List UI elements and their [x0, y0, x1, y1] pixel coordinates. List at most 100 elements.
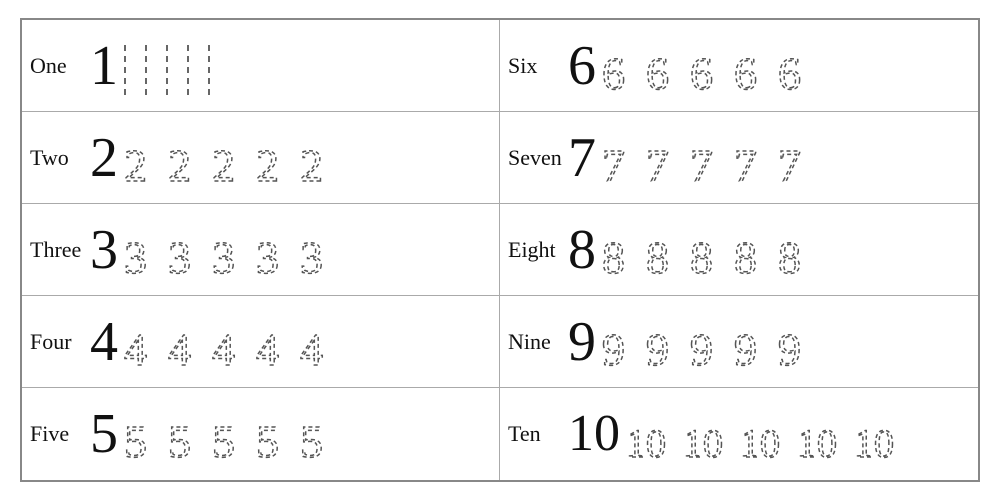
row-four: Four 4 4 4 4 4 4: [22, 296, 500, 388]
svg-text:7: 7: [690, 140, 713, 187]
trace-line-2: [145, 45, 148, 95]
svg-text:5: 5: [256, 416, 279, 463]
digit-six-solid: 6: [568, 38, 596, 94]
svg-text:8: 8: [690, 232, 713, 279]
row-ten: Ten 10 10 10 10 10 10: [500, 388, 978, 480]
digit-eight-solid: 8: [568, 222, 596, 278]
svg-text:6: 6: [778, 48, 801, 95]
svg-text:6: 6: [646, 48, 669, 95]
svg-text:4: 4: [256, 324, 279, 371]
trace-seven-5: 7: [776, 129, 818, 187]
trace-three-4: 3: [254, 221, 296, 279]
label-ten: Ten: [508, 421, 568, 447]
trace-eight: 8 8 8 8 8: [600, 221, 970, 279]
trace-ten-4: 10: [795, 405, 850, 463]
svg-text:9: 9: [690, 324, 713, 371]
svg-text:10: 10: [854, 421, 894, 463]
trace-five-5: 5: [298, 405, 340, 463]
trace-ten-3: 10: [738, 405, 793, 463]
trace-five-4: 5: [254, 405, 296, 463]
trace-two-3: 2: [210, 129, 252, 187]
trace-six-5: 6: [776, 37, 818, 95]
label-five: Five: [30, 421, 90, 447]
digit-three-solid: 3: [90, 222, 118, 278]
svg-text:4: 4: [124, 324, 147, 371]
trace-seven-3: 7: [688, 129, 730, 187]
trace-six-2: 6: [644, 37, 686, 95]
trace-two-1: 2: [122, 129, 164, 187]
trace-two: 2 2 2 2 2: [122, 129, 491, 187]
svg-text:5: 5: [124, 416, 147, 463]
trace-four: 4 4 4 4 4: [122, 313, 491, 371]
trace-five-2: 5: [166, 405, 208, 463]
trace-two-5: 2: [298, 129, 340, 187]
svg-text:3: 3: [300, 232, 323, 279]
trace-six-1: 6: [600, 37, 642, 95]
trace-four-1: 4: [122, 313, 164, 371]
svg-text:3: 3: [256, 232, 279, 279]
trace-six-3: 6: [688, 37, 730, 95]
svg-text:3: 3: [124, 232, 147, 279]
svg-text:10: 10: [626, 421, 666, 463]
trace-three-1: 3: [122, 221, 164, 279]
svg-text:5: 5: [300, 416, 323, 463]
row-six: Six 6 6 6 6 6 6: [500, 20, 978, 112]
trace-four-2: 4: [166, 313, 208, 371]
svg-text:3: 3: [168, 232, 191, 279]
svg-text:10: 10: [740, 421, 780, 463]
trace-nine-5: 9: [776, 313, 818, 371]
svg-text:10: 10: [797, 421, 837, 463]
label-seven: Seven: [508, 145, 568, 171]
row-eight: Eight 8 8 8 8 8 8: [500, 204, 978, 296]
label-six: Six: [508, 53, 568, 79]
trace-line-5: [208, 45, 211, 95]
trace-six-4: 6: [732, 37, 774, 95]
trace-four-5: 4: [298, 313, 340, 371]
trace-eight-2: 8: [644, 221, 686, 279]
trace-ten-1: 10: [624, 405, 679, 463]
digit-five-solid: 5: [90, 406, 118, 462]
digit-seven-solid: 7: [568, 130, 596, 186]
digit-nine-solid: 9: [568, 314, 596, 370]
label-one: One: [30, 53, 90, 79]
trace-four-4: 4: [254, 313, 296, 371]
svg-text:4: 4: [168, 324, 191, 371]
svg-text:7: 7: [778, 140, 801, 187]
trace-nine-2: 9: [644, 313, 686, 371]
label-four: Four: [30, 329, 90, 355]
trace-nine-3: 9: [688, 313, 730, 371]
label-nine: Nine: [508, 329, 568, 355]
digit-one-solid: 1: [90, 38, 118, 94]
svg-text:7: 7: [646, 140, 669, 187]
svg-text:4: 4: [212, 324, 235, 371]
trace-three-3: 3: [210, 221, 252, 279]
trace-seven-1: 7: [600, 129, 642, 187]
svg-text:7: 7: [734, 140, 757, 187]
trace-six: 6 6 6 6 6: [600, 37, 970, 95]
trace-line-3: [166, 45, 169, 95]
svg-text:10: 10: [683, 421, 723, 463]
svg-text:8: 8: [646, 232, 669, 279]
svg-text:9: 9: [646, 324, 669, 371]
svg-text:2: 2: [124, 140, 147, 187]
trace-ten-5: 10: [852, 405, 907, 463]
svg-text:8: 8: [778, 232, 801, 279]
trace-line-4: [187, 45, 190, 95]
row-nine: Nine 9 9 9 9 9 9: [500, 296, 978, 388]
trace-seven: 7 7 7 7 7: [600, 129, 970, 187]
trace-eight-4: 8: [732, 221, 774, 279]
trace-two-4: 2: [254, 129, 296, 187]
digit-ten-solid: 10: [568, 408, 620, 460]
trace-eight-5: 8: [776, 221, 818, 279]
trace-ten-2: 10: [681, 405, 736, 463]
svg-text:5: 5: [212, 416, 235, 463]
svg-text:6: 6: [734, 48, 757, 95]
trace-one: [124, 37, 211, 95]
svg-text:9: 9: [778, 324, 801, 371]
svg-text:7: 7: [602, 140, 625, 187]
trace-three-5: 3: [298, 221, 340, 279]
trace-eight-3: 8: [688, 221, 730, 279]
trace-four-3: 4: [210, 313, 252, 371]
svg-text:4: 4: [300, 324, 323, 371]
trace-eight-1: 8: [600, 221, 642, 279]
